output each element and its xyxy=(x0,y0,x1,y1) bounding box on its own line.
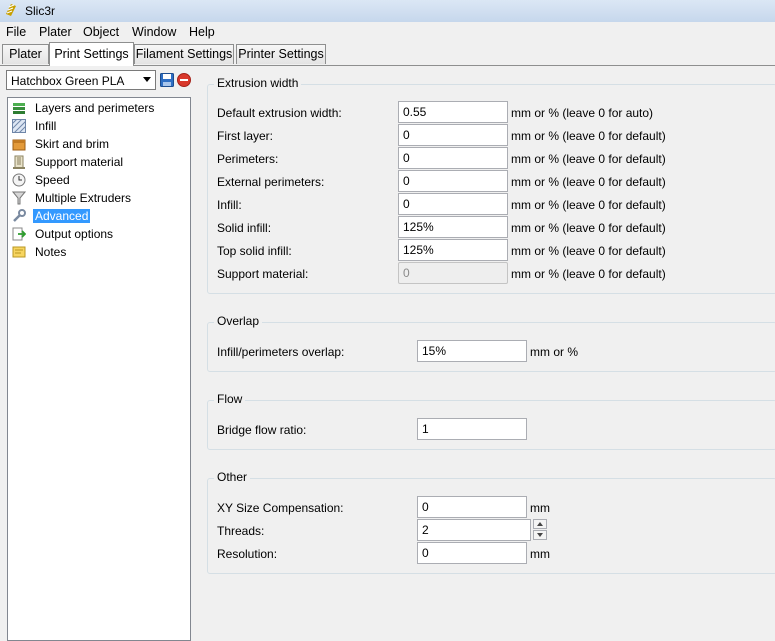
sidebar-item-label: Notes xyxy=(35,245,67,259)
threads-input[interactable]: 2 xyxy=(417,519,531,541)
funnel-icon xyxy=(12,191,26,205)
threads-label: Threads: xyxy=(217,524,265,538)
xy-size-compensation-unit: mm xyxy=(530,501,550,515)
top-solid-infill-input[interactable]: 125% xyxy=(398,239,508,261)
tab-printer-settings[interactable]: Printer Settings xyxy=(236,44,326,64)
xy-size-compensation-label: XY Size Compensation: xyxy=(217,501,344,515)
infill-perimeters-overlap-label: Infill/perimeters overlap: xyxy=(217,345,345,359)
support-material-input: 0 xyxy=(398,262,508,284)
threads-increment-button[interactable] xyxy=(533,519,547,529)
window-title: Slic3r xyxy=(25,4,56,18)
first-layer-unit: mm or % (leave 0 for default) xyxy=(511,129,666,143)
save-icon[interactable] xyxy=(160,73,174,87)
sidebar-item-advanced[interactable]: Advanced xyxy=(12,208,187,224)
resolution-unit: mm xyxy=(530,547,550,561)
menu-object[interactable]: Object xyxy=(83,25,119,39)
sidebar-item-label: Speed xyxy=(35,173,70,187)
sidebar-item-label: Infill xyxy=(35,119,57,133)
infill-icon xyxy=(12,119,26,133)
menu-file[interactable]: File xyxy=(6,25,26,39)
sidebar-item-multiple-extruders[interactable]: Multiple Extruders xyxy=(12,190,187,206)
sidebar-item-speed[interactable]: Speed xyxy=(12,172,187,188)
support-material-unit: mm or % (leave 0 for default) xyxy=(511,267,666,281)
sidebar-item-label: Skirt and brim xyxy=(35,137,110,151)
group-title: Extrusion width xyxy=(214,76,302,90)
xy-size-compensation-input[interactable]: 0 xyxy=(417,496,527,518)
solid-infill-unit: mm or % (leave 0 for default) xyxy=(511,221,666,235)
sidebar-item-layers-and-perimeters[interactable]: Layers and perimeters xyxy=(12,100,187,116)
wrench-icon xyxy=(13,209,26,222)
menu-plater[interactable]: Plater xyxy=(39,25,72,39)
sidebar-item-label: Output options xyxy=(35,227,114,241)
resolution-input[interactable]: 0 xyxy=(417,542,527,564)
infill-label: Infill: xyxy=(217,198,242,212)
delete-icon[interactable] xyxy=(177,73,191,87)
sidebar-item-support-material[interactable]: Support material xyxy=(12,154,187,170)
external-perimeters-unit: mm or % (leave 0 for default) xyxy=(511,175,666,189)
perimeters-input[interactable]: 0 xyxy=(398,147,508,169)
perimeters-label: Perimeters: xyxy=(217,152,279,166)
infill-perimeters-overlap-unit: mm or % xyxy=(530,345,578,359)
page-arrow-icon xyxy=(12,227,26,241)
solid-infill-input[interactable]: 125% xyxy=(398,216,508,238)
group-title: Other xyxy=(214,470,251,484)
external-perimeters-input[interactable]: 0 xyxy=(398,170,508,192)
note-icon xyxy=(12,246,26,258)
first-layer-input[interactable]: 0 xyxy=(398,124,508,146)
default-extrusion-width-unit: mm or % (leave 0 for auto) xyxy=(511,106,654,120)
threads-spinner xyxy=(533,519,548,541)
menu-help[interactable]: Help xyxy=(189,25,215,39)
perimeters-unit: mm or % (leave 0 for default) xyxy=(511,152,666,166)
first-layer-label: First layer: xyxy=(217,129,274,143)
overlap-group: Overlap Infill/perimeters overlap: 15% m… xyxy=(207,314,775,372)
settings-page-tree: Layers and perimeters Infill Skirt and b… xyxy=(7,97,191,641)
sidebar-item-output-options[interactable]: Output options xyxy=(12,226,187,242)
main-tabs: Plater Print Settings Filament Settings … xyxy=(0,42,775,66)
infill-input[interactable]: 0 xyxy=(398,193,508,215)
sidebar-item-label: Multiple Extruders xyxy=(35,191,132,205)
sidebar-item-label: Support material xyxy=(35,155,124,169)
top-solid-infill-label: Top solid infill: xyxy=(217,244,292,258)
support-material-label: Support material: xyxy=(217,267,309,281)
threads-decrement-button[interactable] xyxy=(533,530,547,540)
chevron-up-icon xyxy=(537,522,543,526)
sidebar-item-infill[interactable]: Infill xyxy=(12,118,187,134)
preset-value: Hatchbox Green PLA xyxy=(11,74,125,88)
flow-group: Flow Bridge flow ratio: 1 xyxy=(207,392,775,450)
external-perimeters-label: External perimeters: xyxy=(217,175,325,189)
other-group: Other XY Size Compensation: 0 mm Threads… xyxy=(207,470,775,574)
advanced-settings-page: Extrusion width Default extrusion width:… xyxy=(196,66,775,641)
title-bar: Slic3r xyxy=(0,0,775,23)
tab-filament-settings[interactable]: Filament Settings xyxy=(134,44,234,64)
solid-infill-label: Solid infill: xyxy=(217,221,272,235)
building-icon xyxy=(13,155,25,169)
menu-window[interactable]: Window xyxy=(132,25,176,39)
sidebar-item-notes[interactable]: Notes xyxy=(12,244,187,260)
top-solid-infill-unit: mm or % (leave 0 for default) xyxy=(511,244,666,258)
menu-bar: File Plater Object Window Help xyxy=(0,22,775,42)
extrusion-width-group: Extrusion width Default extrusion width:… xyxy=(207,76,775,294)
tab-print-settings[interactable]: Print Settings xyxy=(49,42,134,66)
bridge-flow-ratio-label: Bridge flow ratio: xyxy=(217,423,307,437)
sidebar-item-label: Advanced xyxy=(33,209,91,223)
resolution-label: Resolution: xyxy=(217,547,278,561)
chevron-down-icon xyxy=(537,533,543,537)
group-title: Flow xyxy=(214,392,246,406)
sidebar-item-label: Layers and perimeters xyxy=(35,101,155,115)
bridge-flow-ratio-input[interactable]: 1 xyxy=(417,418,527,440)
infill-unit: mm or % (leave 0 for default) xyxy=(511,198,666,212)
settings-sidebar: Hatchbox Green PLA Layers and perimeters… xyxy=(0,66,196,641)
group-title: Overlap xyxy=(214,314,263,328)
preset-dropdown[interactable]: Hatchbox Green PLA xyxy=(6,70,156,90)
slic3r-logo-icon xyxy=(6,4,16,16)
layers-icon xyxy=(13,103,25,114)
tab-plater[interactable]: Plater xyxy=(2,44,49,64)
default-extrusion-width-input[interactable]: 0.55 xyxy=(398,101,508,123)
box-icon xyxy=(12,139,26,151)
infill-perimeters-overlap-input[interactable]: 15% xyxy=(417,340,527,362)
sidebar-item-skirt-and-brim[interactable]: Skirt and brim xyxy=(12,136,187,152)
clock-icon xyxy=(12,173,26,187)
chevron-down-icon xyxy=(143,77,151,82)
default-extrusion-width-label: Default extrusion width: xyxy=(217,106,342,120)
